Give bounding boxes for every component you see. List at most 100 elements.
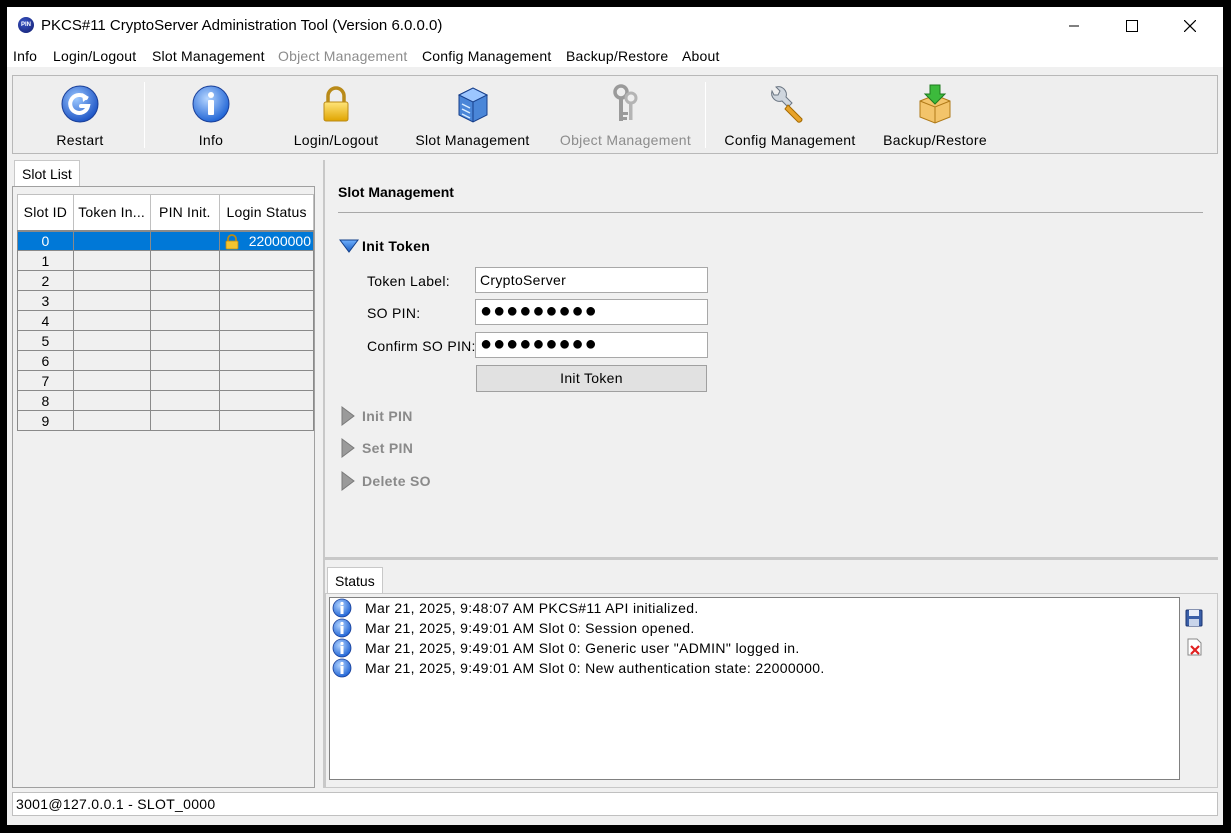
title-divider bbox=[338, 212, 1203, 213]
slot-management-label: Slot Management bbox=[415, 132, 530, 148]
column-header-token-init[interactable]: Token In... bbox=[72, 194, 151, 232]
slot-id-cell: 3 bbox=[17, 290, 74, 311]
slot-id-cell: 2 bbox=[17, 270, 74, 291]
pin-init-cell bbox=[149, 310, 221, 331]
menu-slot-management[interactable]: Slot Management bbox=[152, 48, 265, 64]
table-row[interactable]: 8 bbox=[17, 390, 314, 411]
login-status-cell bbox=[219, 330, 314, 351]
object-management-button[interactable]: Object Management bbox=[553, 76, 698, 153]
slot-id-cell: 4 bbox=[17, 310, 74, 331]
expanded-triangle-icon bbox=[339, 239, 359, 253]
login-status-cell bbox=[219, 310, 314, 331]
info-icon bbox=[332, 618, 352, 638]
restart-button[interactable]: Restart bbox=[30, 76, 130, 153]
init-token-header: Init Token bbox=[362, 238, 431, 254]
tab-status[interactable]: Status bbox=[327, 567, 383, 593]
confirm-so-pin-input[interactable]: ●●●●●●●●● bbox=[475, 332, 708, 358]
page-title: Slot Management bbox=[338, 184, 454, 200]
close-button[interactable] bbox=[1161, 7, 1219, 45]
slot-id-cell: 8 bbox=[17, 390, 74, 411]
table-row[interactable]: 5 bbox=[17, 330, 314, 351]
restart-icon bbox=[61, 85, 99, 123]
column-header-pin-init[interactable]: PIN Init. bbox=[149, 194, 221, 232]
maximize-button[interactable] bbox=[1103, 7, 1161, 45]
pin-init-cell bbox=[149, 290, 221, 311]
info-icon bbox=[332, 658, 352, 678]
save-log-icon[interactable] bbox=[1185, 609, 1203, 627]
pin-init-cell bbox=[149, 410, 221, 431]
slot-id-cell: 0 bbox=[17, 230, 74, 251]
pin-init-cell bbox=[149, 350, 221, 371]
menu-backup-restore[interactable]: Backup/Restore bbox=[566, 48, 668, 64]
slot-management-panel: Slot Management Init Token Token Label: … bbox=[325, 160, 1218, 557]
table-row[interactable]: 4 bbox=[17, 310, 314, 331]
status-bar: 3001@127.0.0.1 - SLOT_0000 bbox=[12, 792, 1218, 816]
login-status-cell: 22000000 bbox=[219, 230, 314, 251]
init-token-button[interactable]: Init Token bbox=[476, 365, 707, 392]
login-logout-label: Login/Logout bbox=[293, 132, 379, 148]
table-row[interactable]: 0 22000000 bbox=[17, 230, 314, 251]
table-row[interactable]: 6 bbox=[17, 350, 314, 371]
info-button[interactable]: Info bbox=[161, 76, 261, 153]
list-item: Mar 21, 2025, 9:49:01 AM Slot 0: Generic… bbox=[330, 638, 1179, 658]
close-icon bbox=[1184, 20, 1196, 32]
column-header-login-status[interactable]: Login Status bbox=[219, 194, 314, 232]
table-row[interactable]: 1 bbox=[17, 250, 314, 271]
login-logout-button[interactable]: Login/Logout bbox=[286, 76, 386, 153]
clear-log-icon[interactable] bbox=[1185, 638, 1203, 656]
collapsed-triangle-icon bbox=[341, 438, 355, 458]
token-label-label: Token Label: bbox=[367, 273, 450, 289]
info-label: Info bbox=[198, 132, 224, 148]
application-window: PIN PKCS#11 CryptoServer Administration … bbox=[7, 7, 1223, 825]
menu-object-management[interactable]: Object Management bbox=[278, 48, 407, 64]
minimize-button[interactable] bbox=[1045, 7, 1103, 45]
config-management-button[interactable]: Config Management bbox=[715, 76, 865, 153]
menu-about[interactable]: About bbox=[682, 48, 720, 64]
menu-bar: Info Login/Logout Slot Management Object… bbox=[7, 45, 1223, 67]
token-init-cell bbox=[72, 390, 151, 411]
so-pin-input[interactable]: ●●●●●●●●● bbox=[475, 299, 708, 325]
status-panel: Status Mar 21, 2025, 9:48:07 AM PKCS#11 … bbox=[325, 565, 1218, 788]
maximize-icon bbox=[1126, 20, 1138, 32]
list-item: Mar 21, 2025, 9:48:07 AM PKCS#11 API ini… bbox=[330, 598, 1179, 618]
column-header-slot-id[interactable]: Slot ID bbox=[17, 194, 74, 232]
login-status-cell bbox=[219, 390, 314, 411]
login-status-cell bbox=[219, 250, 314, 271]
slot-id-cell: 7 bbox=[17, 370, 74, 391]
token-init-cell bbox=[72, 310, 151, 331]
token-label-input[interactable] bbox=[475, 267, 708, 293]
toolbar: Restart Info Login/Logout Slot Managemen… bbox=[12, 75, 1218, 154]
info-icon bbox=[332, 638, 352, 658]
menu-info[interactable]: Info bbox=[13, 48, 37, 64]
token-init-cell bbox=[72, 250, 151, 271]
server-icon bbox=[457, 87, 489, 123]
app-icon: PIN bbox=[18, 17, 34, 33]
table-row[interactable]: 3 bbox=[17, 290, 314, 311]
status-log[interactable]: Mar 21, 2025, 9:48:07 AM PKCS#11 API ini… bbox=[329, 597, 1180, 780]
menu-config-management[interactable]: Config Management bbox=[422, 48, 551, 64]
login-status-value: 22000000 bbox=[248, 232, 311, 249]
table-row[interactable]: 9 bbox=[17, 410, 314, 431]
backup-restore-button[interactable]: Backup/Restore bbox=[875, 76, 995, 153]
slot-id-cell: 9 bbox=[17, 410, 74, 431]
slot-management-button[interactable]: Slot Management bbox=[410, 76, 535, 153]
split-pane-divider-horizontal[interactable] bbox=[325, 557, 1218, 560]
tab-slot-list[interactable]: Slot List bbox=[14, 160, 80, 186]
table-row[interactable]: 7 bbox=[17, 370, 314, 391]
slot-id-cell: 6 bbox=[17, 350, 74, 371]
log-text: Mar 21, 2025, 9:48:07 AM PKCS#11 API ini… bbox=[365, 600, 699, 616]
delete-so-header: Delete SO bbox=[362, 473, 431, 489]
pin-init-cell bbox=[149, 330, 221, 351]
menu-login-logout[interactable]: Login/Logout bbox=[53, 48, 136, 64]
log-text: Mar 21, 2025, 9:49:01 AM Slot 0: Generic… bbox=[365, 640, 800, 656]
token-init-cell bbox=[72, 230, 151, 251]
init-pin-header: Init PIN bbox=[362, 408, 413, 424]
log-text: Mar 21, 2025, 9:49:01 AM Slot 0: Session… bbox=[365, 620, 695, 636]
table-row[interactable]: 2 bbox=[17, 270, 314, 291]
token-init-cell bbox=[72, 330, 151, 351]
login-status-cell bbox=[219, 410, 314, 431]
login-status-cell bbox=[219, 370, 314, 391]
login-status-cell bbox=[219, 290, 314, 311]
collapsed-triangle-icon bbox=[341, 471, 355, 491]
pin-init-cell bbox=[149, 370, 221, 391]
